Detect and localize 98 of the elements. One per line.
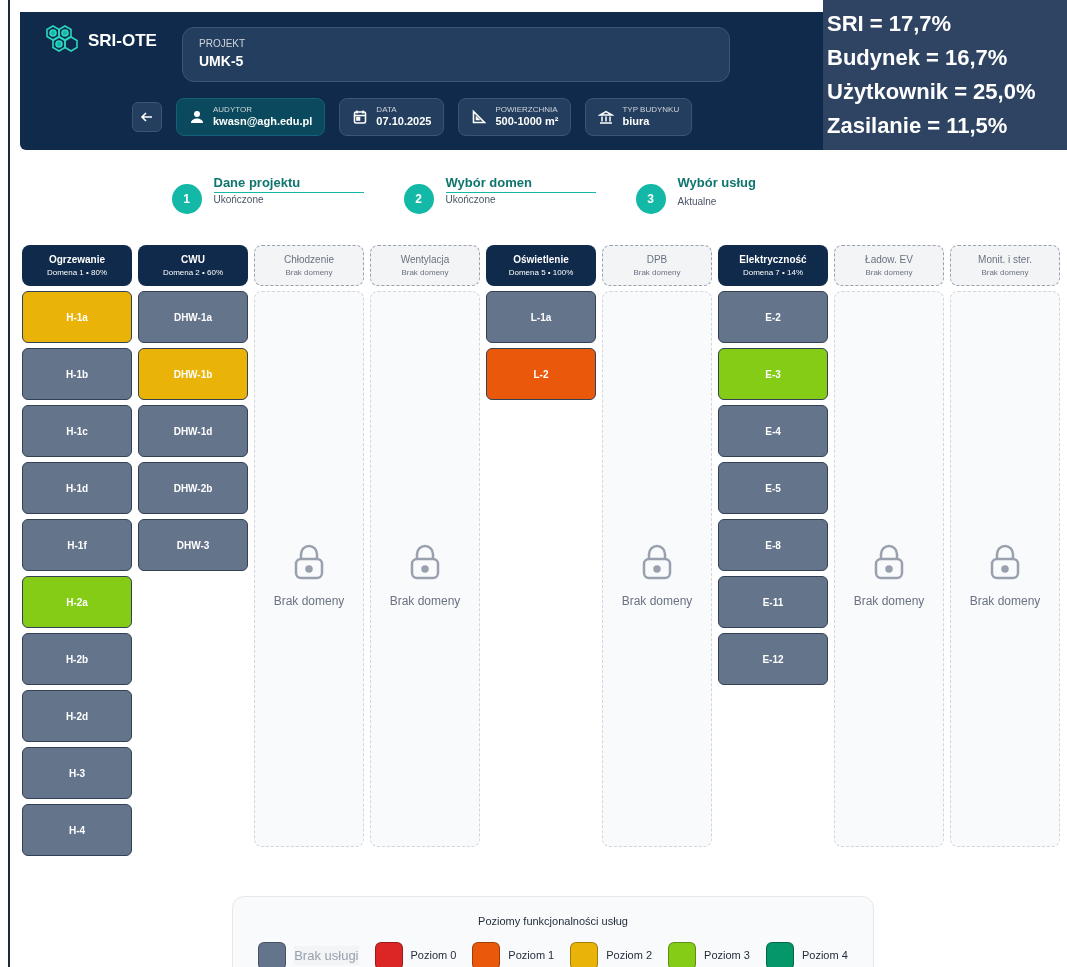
- service-tile[interactable]: H-1f: [22, 519, 132, 571]
- domain-subtitle: Brak domeny: [633, 267, 681, 279]
- domain-subtitle: Domena 5 • 100%: [508, 267, 574, 279]
- service-tile[interactable]: E-12: [718, 633, 828, 685]
- bank-icon: [598, 109, 615, 125]
- project-field[interactable]: PROJEKT UMK-5: [182, 27, 730, 82]
- domain-name: Wentylacja: [400, 253, 450, 267]
- lock-icon: [641, 544, 673, 580]
- step-number: 1: [171, 184, 202, 214]
- lock-icon: [989, 544, 1021, 580]
- legend-label: Poziom 3: [704, 948, 750, 964]
- legend-title: Poziomy funkcjonalności usług: [478, 914, 628, 929]
- legend-label: Poziom 4: [801, 948, 848, 964]
- score-text: Użytkownik = 25,0%: [827, 78, 1037, 106]
- step-title: Wybór usług: [677, 175, 757, 192]
- locked-domain-text: Brak domeny: [273, 593, 345, 610]
- service-tile[interactable]: E-5: [718, 462, 828, 514]
- locked-domain-text: Brak domeny: [853, 593, 925, 610]
- info-chip[interactable]: POWIERZCHNIA 500-1000 m²: [458, 98, 572, 136]
- domain-name: Ogrzewanie: [48, 253, 106, 267]
- service-tile[interactable]: H-3: [22, 747, 132, 799]
- domain-subtitle: Brak domeny: [401, 267, 449, 279]
- service-tile[interactable]: L-2: [486, 348, 596, 400]
- back-arrow-icon: [140, 110, 154, 124]
- user-icon: [189, 109, 205, 125]
- step-title: Wybór domen: [445, 175, 596, 193]
- domain-header[interactable]: Ładow. EV Brak domeny: [834, 245, 944, 286]
- service-tile[interactable]: E-11: [718, 576, 828, 628]
- domain-header[interactable]: Elektryczność Domena 7 • 14%: [718, 245, 828, 286]
- info-value: biura: [622, 115, 651, 129]
- score-text: Zasilanie = 11,5%: [827, 112, 1009, 140]
- legend-label: Brak usługi: [294, 945, 359, 966]
- service-tile[interactable]: E-8: [718, 519, 828, 571]
- domain-name: CWU: [181, 253, 205, 267]
- info-chip[interactable]: DATA 07.10.2025: [339, 98, 445, 136]
- calendar-icon: [352, 109, 369, 125]
- info-value: 07.10.2025: [376, 115, 432, 129]
- info-value: kwasn@agh.edu.pl: [213, 115, 313, 129]
- step-status: Ukończone: [213, 194, 265, 206]
- service-tile[interactable]: H-1b: [22, 348, 132, 400]
- app-logo-text: SRI-OTE: [88, 30, 157, 52]
- project-label: PROJEKT: [199, 37, 247, 51]
- domain-name: DPB: [646, 253, 668, 267]
- step-title: Dane projektu: [213, 175, 364, 193]
- domain-header[interactable]: Oświetlenie Domena 5 • 100%: [486, 245, 596, 286]
- info-label: POWIERZCHNIA: [495, 105, 559, 116]
- score-text: Budynek = 16,7%: [827, 44, 1009, 72]
- domain-subtitle: Domena 2 • 60%: [162, 267, 224, 279]
- legend-label: Poziom 2: [606, 948, 653, 964]
- service-tile[interactable]: DHW-3: [138, 519, 248, 571]
- service-tile[interactable]: L-1a: [486, 291, 596, 343]
- info-value: 500-1000 m²: [495, 115, 559, 129]
- service-tile[interactable]: E-4: [718, 405, 828, 457]
- step-number: 2: [403, 184, 434, 214]
- service-tile[interactable]: H-2b: [22, 633, 132, 685]
- domain-header[interactable]: Ogrzewanie Domena 1 • 80%: [22, 245, 132, 286]
- info-label: DATA: [376, 105, 398, 116]
- service-tile[interactable]: DHW-1a: [138, 291, 248, 343]
- info-chip[interactable]: AUDYTOR kwasn@agh.edu.pl: [176, 98, 326, 136]
- domain-name: Elektryczność: [739, 253, 807, 267]
- service-tile[interactable]: H-2d: [22, 690, 132, 742]
- project-value: UMK-5: [199, 52, 245, 71]
- domain-header[interactable]: DPB Brak domeny: [602, 245, 712, 286]
- service-tile[interactable]: H-4: [22, 804, 132, 856]
- locked-domain-text: Brak domeny: [969, 593, 1041, 610]
- domain-name: Chłodzenie: [283, 253, 334, 267]
- domain-header[interactable]: Chłodzenie Brak domeny: [254, 245, 364, 286]
- service-tile[interactable]: H-1d: [22, 462, 132, 514]
- info-label: AUDYTOR: [213, 105, 253, 116]
- lock-icon: [293, 544, 325, 580]
- domain-header[interactable]: CWU Domena 2 • 60%: [138, 245, 248, 286]
- locked-domain-text: Brak domeny: [621, 593, 693, 610]
- domain-subtitle: Domena 1 • 80%: [46, 267, 108, 279]
- service-tile[interactable]: H-1c: [22, 405, 132, 457]
- score-text: SRI = 17,7%: [827, 10, 953, 38]
- domain-header[interactable]: Monit. i ster. Brak domeny: [950, 245, 1060, 286]
- domain-subtitle: Brak domeny: [865, 267, 913, 279]
- domain-subtitle: Domena 7 • 14%: [742, 267, 804, 279]
- locked-domain-text: Brak domeny: [389, 593, 461, 610]
- service-tile[interactable]: E-2: [718, 291, 828, 343]
- service-tile[interactable]: DHW-1d: [138, 405, 248, 457]
- lock-icon: [409, 544, 441, 580]
- legend-label: Poziom 1: [508, 948, 555, 964]
- step-status: Aktualne: [677, 196, 718, 208]
- step-status: Ukończone: [445, 194, 497, 206]
- domain-header[interactable]: Wentylacja Brak domeny: [370, 245, 480, 286]
- lock-icon: [873, 544, 905, 580]
- back-button[interactable]: [132, 102, 162, 132]
- domain-name: Oświetlenie: [513, 253, 569, 267]
- domain-name: Ładow. EV: [865, 253, 913, 267]
- info-label: TYP BUDYNKU: [622, 105, 680, 116]
- domain-subtitle: Brak domeny: [981, 267, 1029, 279]
- step-number: 3: [635, 184, 666, 214]
- domain-name: Monit. i ster.: [978, 253, 1032, 267]
- domain-subtitle: Brak domeny: [285, 267, 333, 279]
- legend-label: Poziom 0: [410, 948, 457, 964]
- info-chip[interactable]: TYP BUDYNKU biura: [585, 98, 693, 136]
- service-tile[interactable]: DHW-2b: [138, 462, 248, 514]
